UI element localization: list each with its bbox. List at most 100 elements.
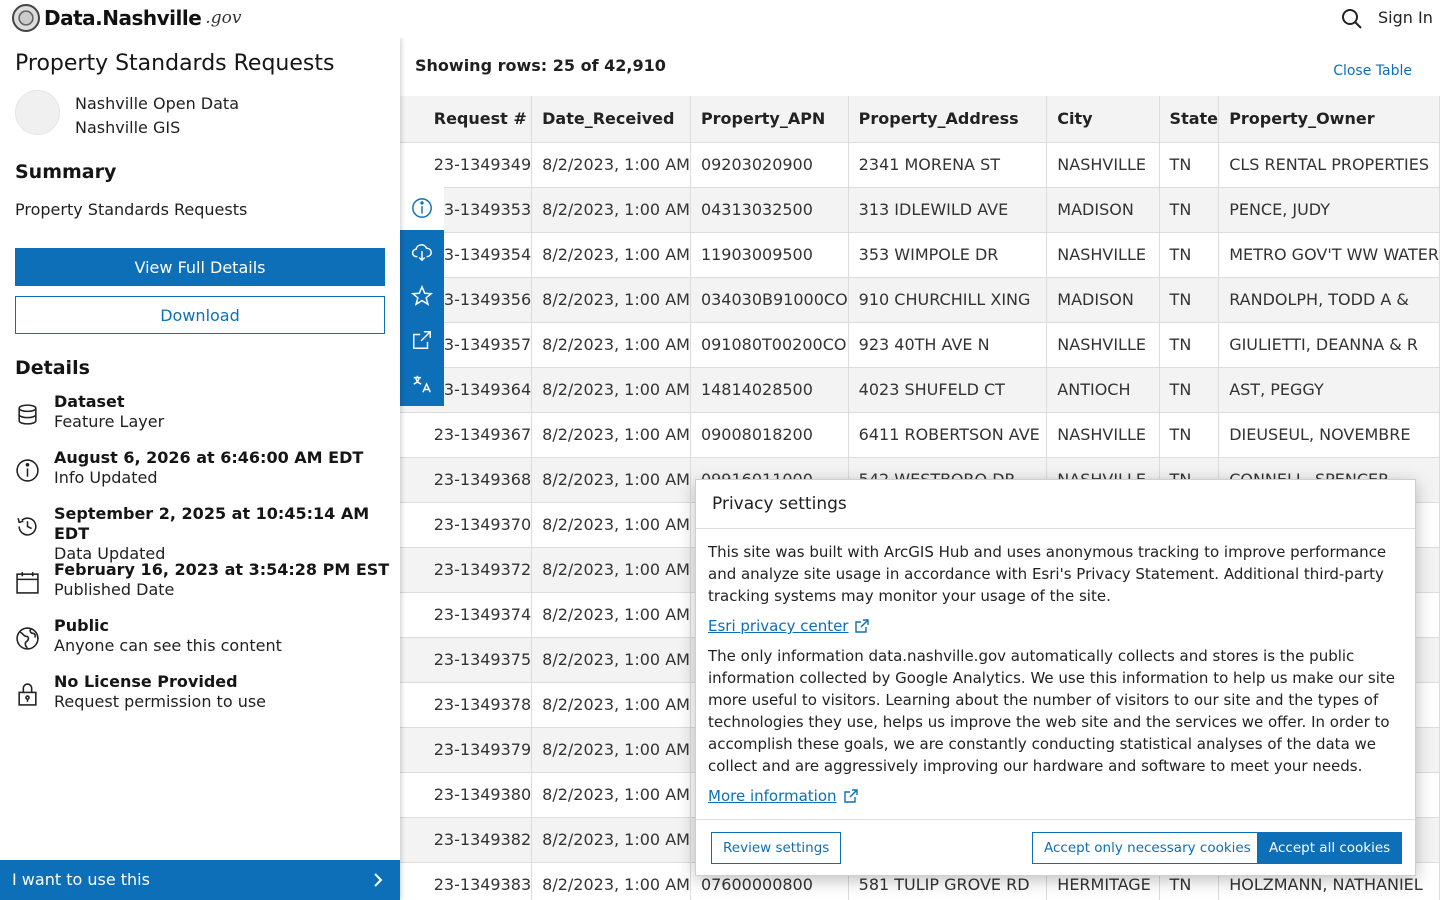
review-settings-button[interactable]: Review settings	[711, 832, 842, 864]
history-icon	[17, 517, 37, 536]
row-spacer-cell	[400, 547, 422, 593]
detail-title: No License Provided	[54, 672, 238, 691]
cloud-download-icon	[411, 244, 432, 262]
table-cell: 353 WIMPOLE DR	[848, 232, 1048, 278]
info-action-button[interactable]	[400, 186, 444, 230]
row-spacer-cell	[400, 682, 422, 728]
column-header[interactable]: State	[1159, 96, 1220, 143]
table-cell: 23-1349382	[421, 817, 533, 863]
table-cell: 8/2/2023, 1:00 AM	[531, 682, 691, 728]
database-icon	[18, 404, 37, 425]
summary-heading: Summary	[15, 161, 117, 183]
table-cell: 8/2/2023, 1:00 AM	[531, 772, 691, 818]
sign-in-link[interactable]: Sign In	[1378, 8, 1433, 27]
table-row[interactable]: 23-1349364 8/2/2023, 1:00 AM 14814028500 40…	[400, 367, 1440, 413]
table-cell: NASHVILLE	[1046, 232, 1160, 278]
table-row[interactable]: 23-1349353 8/2/2023, 1:00 AM 04313032500 31…	[400, 187, 1440, 233]
table-cell: 23-1349379	[421, 727, 533, 773]
site-header: Data.Nashville .gov Sign In	[0, 0, 1440, 38]
owner-name[interactable]: Nashville Open Data	[75, 92, 239, 116]
column-header[interactable]: City	[1046, 96, 1160, 143]
translate-action-button[interactable]	[400, 362, 444, 406]
table-cell: 8/2/2023, 1:00 AM	[531, 322, 691, 368]
row-spacer-cell	[400, 502, 422, 548]
i-want-to-use-this-button[interactable]: I want to use this	[0, 860, 400, 900]
table-cell: 8/2/2023, 1:00 AM	[531, 412, 691, 458]
detail-item: August 6, 2026 at 6:46:00 AM EDT Info Upd…	[15, 448, 363, 488]
table-cell: 23-1349380	[421, 772, 533, 818]
detail-item: February 16, 2023 at 3:54:28 PM EST Publi…	[15, 560, 389, 600]
table-row[interactable]: 23-1349357 8/2/2023, 1:00 AM 091080T00200C…	[400, 322, 1440, 368]
download-action-button[interactable]	[400, 230, 444, 274]
table-cell: 09008018200	[690, 412, 849, 458]
column-header[interactable]: Property_Owner	[1218, 96, 1440, 143]
esri-privacy-center-link[interactable]: Esri privacy center	[708, 615, 870, 637]
favorite-action-button[interactable]	[400, 274, 444, 318]
close-table-link[interactable]: Close Table	[1333, 63, 1412, 79]
table-cell: 23-1349374	[421, 592, 533, 638]
table-cell: TN	[1159, 142, 1220, 188]
table-cell: 923 40TH AVE N	[848, 322, 1048, 368]
accept-all-cookies-button[interactable]: Accept all cookies	[1257, 832, 1403, 864]
search-icon[interactable]	[1340, 7, 1364, 31]
column-header[interactable]: Request #	[421, 96, 533, 143]
table-cell: 8/2/2023, 1:00 AM	[531, 727, 691, 773]
globe-icon	[16, 627, 39, 650]
download-button[interactable]: Download	[15, 296, 385, 334]
table-cell: 2341 MORENA ST	[848, 142, 1048, 188]
table-cell: GIULIETTI, DEANNA & R	[1218, 322, 1440, 368]
esri-privacy-link-label: Esri privacy center	[708, 617, 849, 635]
detail-item: September 2, 2025 at 10:45:14 AM EDT Data…	[15, 504, 400, 564]
translate-icon	[413, 375, 431, 393]
table-row[interactable]: 23-1349367 8/2/2023, 1:00 AM 09008018200 64…	[400, 412, 1440, 458]
table-cell: NASHVILLE	[1046, 322, 1160, 368]
table-cell: 09203020900	[690, 142, 849, 188]
table-row[interactable]: 23-1349356 8/2/2023, 1:00 AM 034030B91000C…	[400, 277, 1440, 323]
site-logo[interactable]: Data.Nashville .gov	[12, 4, 241, 32]
table-cell: TN	[1159, 367, 1220, 413]
row-spacer-cell	[400, 727, 422, 773]
table-cell: 8/2/2023, 1:00 AM	[531, 547, 691, 593]
column-header[interactable]: Date_Received	[531, 96, 691, 143]
table-cell: 8/2/2023, 1:00 AM	[531, 592, 691, 638]
detail-subtitle: Feature Layer	[54, 412, 165, 431]
share-action-button[interactable]	[400, 318, 444, 362]
detail-item: No License Provided Request permission to…	[15, 672, 266, 712]
table-row[interactable]: 23-1349354 8/2/2023, 1:00 AM 11903009500 35…	[400, 232, 1440, 278]
privacy-paragraph-1: This site was built with ArcGIS Hub and …	[708, 543, 1387, 605]
table-cell: 23-1349372	[421, 547, 533, 593]
table-cell: 034030B91000CO	[690, 277, 849, 323]
table-cell: TN	[1159, 232, 1220, 278]
table-row[interactable]: 23-1349349 8/2/2023, 1:00 AM 09203020900 23…	[400, 142, 1440, 188]
detail-title: September 2, 2025 at 10:45:14 AM EDT	[54, 504, 370, 543]
more-information-link[interactable]: More information	[708, 785, 859, 807]
accept-necessary-cookies-button[interactable]: Accept only necessary cookies	[1032, 832, 1263, 864]
table-cell: 04313032500	[690, 187, 849, 233]
spacer-header	[400, 96, 422, 143]
table-cell: PENCE, JUDY	[1218, 187, 1440, 233]
table-cell: 23-1349383	[421, 862, 533, 900]
more-info-link-label: More information	[708, 787, 837, 805]
owner-info: Nashville Open Data Nashville GIS	[75, 92, 239, 140]
table-cell: 23-1349368	[421, 457, 533, 503]
view-full-details-button[interactable]: View Full Details	[15, 248, 385, 286]
table-cell: TN	[1159, 412, 1220, 458]
details-heading: Details	[15, 357, 90, 379]
table-cell: 8/2/2023, 1:00 AM	[531, 637, 691, 683]
rows-count: Showing rows: 25 of 42,910	[415, 56, 666, 75]
detail-subtitle: Request permission to use	[54, 692, 267, 711]
table-toolbar: Showing rows: 25 of 42,910 Close Table	[400, 38, 1440, 96]
table-cell: 8/2/2023, 1:00 AM	[531, 232, 691, 278]
owner-org: Nashville GIS	[75, 118, 181, 137]
table-cell: 23-1349375	[421, 637, 533, 683]
column-header[interactable]: Property_Address	[848, 96, 1048, 143]
privacy-paragraph-2: The only information data.nashville.gov …	[708, 647, 1395, 775]
city-seal-icon	[12, 4, 40, 32]
summary-text: Property Standards Requests	[15, 200, 248, 219]
column-header[interactable]: Property_APN	[690, 96, 849, 143]
table-cell: AST, PEGGY	[1218, 367, 1440, 413]
table-cell: CLS RENTAL PROPERTIES	[1218, 142, 1440, 188]
table-cell: 23-1349378	[421, 682, 533, 728]
detail-subtitle: Published Date	[54, 580, 175, 599]
table-cell: TN	[1159, 322, 1220, 368]
